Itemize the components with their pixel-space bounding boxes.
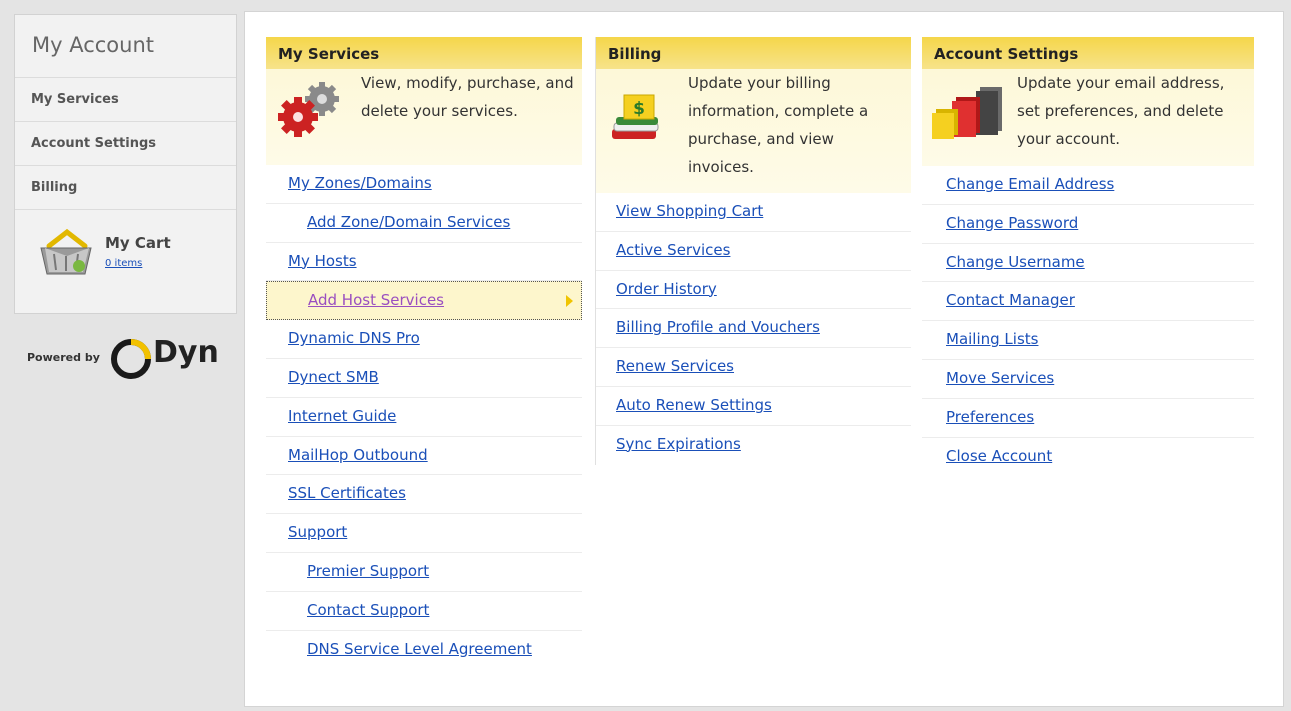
link-support[interactable]: Support bbox=[266, 514, 582, 553]
invoice-books-icon: $ bbox=[612, 94, 659, 139]
powered-by: Powered by Dyn bbox=[27, 335, 237, 383]
cart-label[interactable]: My Cart bbox=[105, 234, 171, 252]
link-mailing-lists[interactable]: Mailing Lists bbox=[922, 321, 1254, 360]
shopping-basket-icon[interactable] bbox=[37, 224, 95, 278]
dyn-brand: Dyn bbox=[153, 335, 219, 370]
settings-blocks-icon bbox=[932, 87, 1002, 139]
link-preferences[interactable]: Preferences bbox=[922, 399, 1254, 438]
services-header: My Services bbox=[266, 37, 582, 69]
link-mailhop-outbound[interactable]: MailHop Outbound bbox=[266, 437, 582, 476]
dyn-logo-icon bbox=[111, 339, 151, 379]
link-add-host-services-label: Add Host Services bbox=[308, 291, 444, 310]
sidebar-item-billing[interactable]: Billing bbox=[15, 166, 236, 210]
account-column: Account Settings Update your email addre… bbox=[922, 37, 1254, 476]
billing-column: Billing $ Update your billing informatio… bbox=[595, 37, 911, 465]
link-my-hosts[interactable]: My Hosts bbox=[266, 243, 582, 282]
link-change-password[interactable]: Change Password bbox=[922, 205, 1254, 244]
powered-by-label: Powered by bbox=[27, 351, 100, 364]
gears-icon bbox=[278, 82, 339, 137]
link-premier-support[interactable]: Premier Support bbox=[266, 553, 582, 592]
services-intro-text: View, modify, purchase, and delete your … bbox=[361, 74, 574, 120]
link-dns-sla[interactable]: DNS Service Level Agreement bbox=[266, 631, 582, 670]
link-billing-profile-vouchers[interactable]: Billing Profile and Vouchers bbox=[596, 309, 911, 349]
link-move-services[interactable]: Move Services bbox=[922, 360, 1254, 399]
link-ssl-certificates[interactable]: SSL Certificates bbox=[266, 475, 582, 515]
link-add-zone-domain-services[interactable]: Add Zone/Domain Services bbox=[266, 204, 582, 243]
link-internet-guide[interactable]: Internet Guide bbox=[266, 398, 582, 437]
link-renew-services[interactable]: Renew Services bbox=[596, 348, 911, 387]
link-my-zones-domains[interactable]: My Zones/Domains bbox=[266, 165, 582, 204]
billing-intro-text: Update your billing information, complet… bbox=[688, 74, 869, 176]
cart-items-link[interactable]: 0 items bbox=[105, 258, 142, 269]
link-sync-expirations[interactable]: Sync Expirations bbox=[596, 426, 911, 465]
link-auto-renew-settings[interactable]: Auto Renew Settings bbox=[596, 387, 911, 426]
link-change-email-address[interactable]: Change Email Address bbox=[922, 166, 1254, 205]
link-change-username[interactable]: Change Username bbox=[922, 244, 1254, 283]
link-active-services[interactable]: Active Services bbox=[596, 232, 911, 271]
link-close-account[interactable]: Close Account bbox=[922, 438, 1254, 477]
billing-links: View Shopping Cart Active Services Order… bbox=[596, 193, 911, 465]
services-intro: View, modify, purchase, and delete your … bbox=[266, 69, 582, 165]
sidebar-title: My Account bbox=[15, 15, 236, 78]
sidebar-item-my-services[interactable]: My Services bbox=[15, 78, 236, 122]
arrow-right-icon bbox=[566, 295, 573, 308]
sidebar-item-account-settings[interactable]: Account Settings bbox=[15, 122, 236, 166]
services-links: My Zones/Domains Add Zone/Domain Service… bbox=[266, 165, 582, 669]
account-links: Change Email Address Change Password Cha… bbox=[922, 166, 1254, 476]
link-dynamic-dns-pro[interactable]: Dynamic DNS Pro bbox=[266, 320, 582, 359]
cart-box: My Cart 0 items bbox=[15, 210, 236, 300]
main-panel: My Services View, modify, purchase, and … bbox=[244, 11, 1284, 707]
billing-intro: $ Update your billing information, compl… bbox=[596, 69, 911, 193]
link-view-shopping-cart[interactable]: View Shopping Cart bbox=[596, 193, 911, 232]
svg-text:$: $ bbox=[633, 99, 645, 119]
sidebar: My Account My Services Account Settings … bbox=[14, 14, 237, 314]
link-dynect-smb[interactable]: Dynect SMB bbox=[266, 359, 582, 398]
link-add-host-services[interactable]: Add Host Services bbox=[266, 281, 582, 321]
account-header: Account Settings bbox=[922, 37, 1254, 69]
link-contact-support[interactable]: Contact Support bbox=[266, 592, 582, 631]
account-intro: Update your email address, set preferenc… bbox=[922, 69, 1254, 166]
link-contact-manager[interactable]: Contact Manager bbox=[922, 282, 1254, 322]
link-order-history[interactable]: Order History bbox=[596, 271, 911, 310]
account-intro-text: Update your email address, set preferenc… bbox=[1017, 74, 1225, 148]
services-column: My Services View, modify, purchase, and … bbox=[266, 37, 582, 669]
billing-header: Billing bbox=[596, 37, 911, 69]
